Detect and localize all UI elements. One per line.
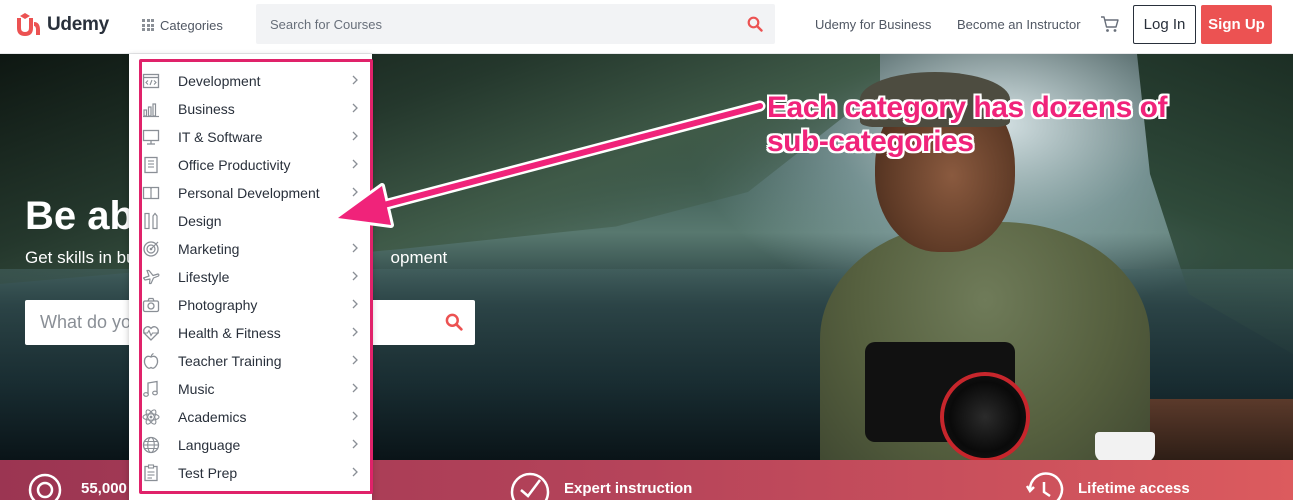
logo-text: Udemy xyxy=(47,14,109,35)
chevron-right-icon xyxy=(352,383,358,393)
become-instructor-link[interactable]: Become an Instructor xyxy=(957,17,1081,32)
chevron-right-icon xyxy=(352,159,358,169)
category-item-it-and-software[interactable]: IT & Software xyxy=(129,123,372,151)
category-label: Test Prep xyxy=(178,465,238,481)
annotation-line-1: Each category has dozens of xyxy=(767,91,1167,124)
category-item-personal-development[interactable]: Personal Development xyxy=(129,179,372,207)
category-item-lifestyle[interactable]: Lifestyle xyxy=(129,263,372,291)
category-label: Photography xyxy=(178,297,258,313)
category-item-marketing[interactable]: Marketing xyxy=(129,235,372,263)
open-book-icon xyxy=(142,186,160,200)
udemy-logo-icon xyxy=(17,13,40,36)
category-label: Language xyxy=(178,437,241,453)
camera-icon xyxy=(142,297,160,313)
apple-icon xyxy=(143,352,159,369)
category-item-photography[interactable]: Photography xyxy=(129,291,372,319)
chevron-right-icon xyxy=(352,271,358,281)
chevron-right-icon xyxy=(352,467,358,477)
hero-subtitle-right: opment xyxy=(390,248,448,267)
category-label: Business xyxy=(178,101,235,117)
chevron-right-icon xyxy=(352,355,358,365)
category-label: Health & Fitness xyxy=(178,325,281,341)
globe-icon xyxy=(142,436,160,454)
monitor-icon xyxy=(142,129,160,145)
categories-menu-button[interactable]: Categories xyxy=(142,14,223,36)
category-item-office-productivity[interactable]: Office Productivity xyxy=(129,151,372,179)
target-icon xyxy=(143,241,159,257)
search-icon[interactable] xyxy=(445,313,463,331)
bar-chart-icon xyxy=(143,103,159,118)
value-prop-courses-text: 55,000 xyxy=(81,480,127,497)
category-item-design[interactable]: Design xyxy=(129,207,372,235)
category-label: Office Productivity xyxy=(178,157,291,173)
signup-button[interactable]: Sign Up xyxy=(1201,5,1272,44)
category-label: Development xyxy=(178,73,261,89)
category-item-test-prep[interactable]: Test Prep xyxy=(129,459,372,487)
value-prop-instruction: Expert instruction xyxy=(510,460,692,500)
chevron-right-icon xyxy=(352,327,358,337)
category-item-academics[interactable]: Academics xyxy=(129,403,372,431)
top-header: Udemy Categories Udemy for Business Beco… xyxy=(0,0,1293,54)
category-label: Personal Development xyxy=(178,185,320,201)
value-prop-lifetime-text: Lifetime access xyxy=(1078,480,1190,497)
document-list-icon xyxy=(144,156,158,174)
category-label: Teacher Training xyxy=(178,353,282,369)
chevron-right-icon xyxy=(352,411,358,421)
category-label: Music xyxy=(178,381,215,397)
header-search-bar xyxy=(256,4,775,44)
categories-label: Categories xyxy=(160,17,223,33)
category-item-teacher-training[interactable]: Teacher Training xyxy=(129,347,372,375)
category-label: Academics xyxy=(178,409,247,425)
value-prop-courses: 55,000 xyxy=(25,460,127,500)
categories-list: Development Business IT & Software Office P… xyxy=(129,67,372,487)
login-button[interactable]: Log In xyxy=(1133,5,1196,44)
hero-subtitle-left: Get skills in bu xyxy=(25,248,136,267)
hero-dock-image xyxy=(1150,399,1293,460)
category-label: Design xyxy=(178,213,222,229)
value-prop-instruction-text: Expert instruction xyxy=(564,480,693,497)
checkmark-circle-icon xyxy=(510,472,550,500)
airplane-icon xyxy=(142,269,160,285)
annotation-callout: Each category has dozens of sub-categori… xyxy=(767,91,1217,159)
hero-title: Be ab xyxy=(25,194,134,238)
music-note-icon xyxy=(143,380,158,397)
clipboard-icon xyxy=(144,464,158,482)
chevron-right-icon xyxy=(352,131,358,141)
value-prop-lifetime: Lifetime access xyxy=(1024,460,1190,500)
search-icon[interactable] xyxy=(747,16,763,32)
header-search-input[interactable] xyxy=(256,4,726,44)
heart-pulse-icon xyxy=(143,326,159,341)
category-item-business[interactable]: Business xyxy=(129,95,372,123)
category-item-language[interactable]: Language xyxy=(129,431,372,459)
category-label: IT & Software xyxy=(178,129,263,145)
chevron-right-icon xyxy=(352,103,358,113)
shopping-cart-icon[interactable] xyxy=(1100,14,1120,34)
chevron-right-icon xyxy=(352,75,358,85)
grid-icon xyxy=(142,19,154,31)
atom-icon xyxy=(142,409,160,425)
target-icon xyxy=(28,473,62,500)
pencil-ruler-icon xyxy=(144,212,158,230)
history-clock-icon xyxy=(1025,472,1064,500)
annotation-line-2: sub-categories xyxy=(767,125,974,158)
category-item-music[interactable]: Music xyxy=(129,375,372,403)
chevron-right-icon xyxy=(352,439,358,449)
category-label: Marketing xyxy=(178,241,240,257)
udemy-for-business-link[interactable]: Udemy for Business xyxy=(815,17,931,32)
chevron-right-icon xyxy=(352,187,358,197)
category-item-health-and-fitness[interactable]: Health & Fitness xyxy=(129,319,372,347)
category-item-development[interactable]: Development xyxy=(129,67,372,95)
chevron-right-icon xyxy=(352,243,358,253)
chevron-right-icon xyxy=(352,299,358,309)
udemy-logo[interactable]: Udemy xyxy=(13,10,109,40)
category-label: Lifestyle xyxy=(178,269,230,285)
code-window-icon xyxy=(142,73,160,89)
hero-cup-image xyxy=(1095,432,1155,460)
